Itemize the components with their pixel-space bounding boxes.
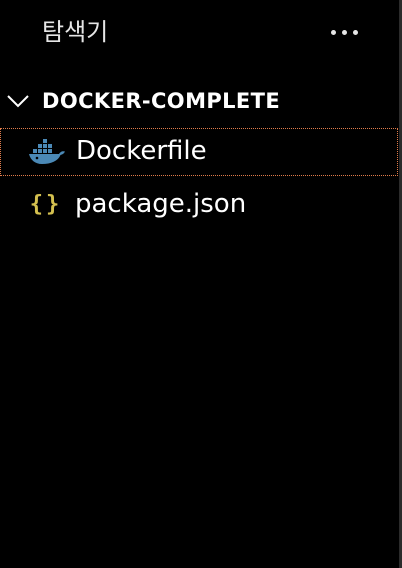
more-horizontal-icon-dot xyxy=(341,29,347,35)
more-horizontal-icon xyxy=(330,29,336,35)
more-actions-button[interactable] xyxy=(322,16,366,48)
docker-whale-icon xyxy=(28,137,66,167)
folder-name: DOCKER-COMPLETE xyxy=(42,89,281,113)
file-name: Dockerfile xyxy=(76,136,207,166)
json-braces-glyph: {} xyxy=(29,191,63,217)
explorer-header: 탐색기 xyxy=(0,0,398,66)
more-horizontal-icon-dot xyxy=(352,29,358,35)
file-item-package-json[interactable]: {} package.json xyxy=(0,180,398,228)
file-name: package.json xyxy=(75,189,247,219)
file-item-dockerfile[interactable]: Dockerfile xyxy=(0,128,398,176)
explorer-panel: 탐색기 DOCKER-COMPLETE Dockerfile {} packag… xyxy=(0,0,402,568)
explorer-title: 탐색기 xyxy=(42,18,109,46)
json-braces-icon: {} xyxy=(27,189,65,219)
folder-section-header[interactable]: DOCKER-COMPLETE xyxy=(0,84,398,118)
chevron-down-icon xyxy=(7,95,29,108)
